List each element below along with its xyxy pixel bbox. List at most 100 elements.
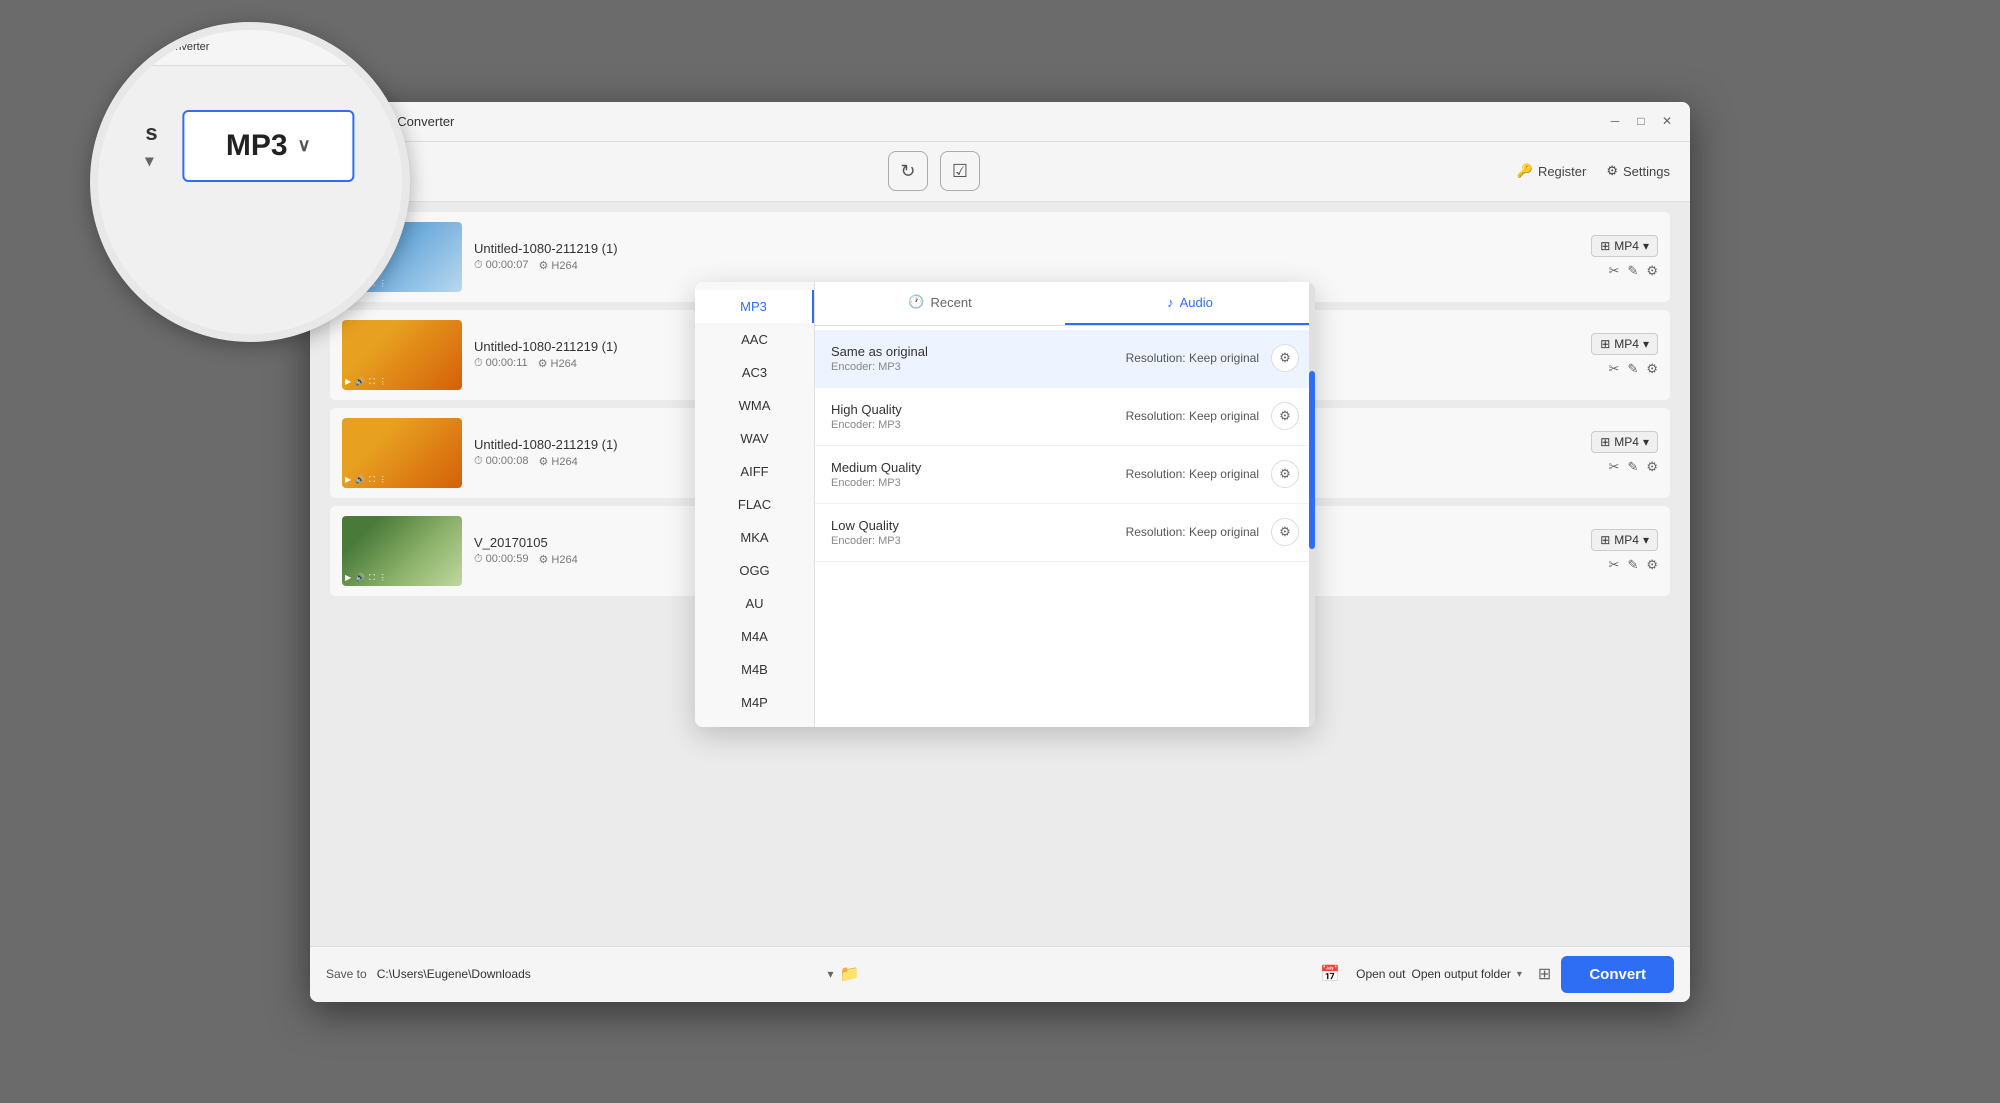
minimize-button[interactable]: ─	[1608, 114, 1622, 128]
grid-view-icon[interactable]: ⊞	[1538, 964, 1551, 984]
main-window: Aisits Video Converter ─ □ ✕ s ▾ ↻ ☑ 🔑 R…	[310, 102, 1690, 1002]
save-to-label: Save to	[326, 967, 367, 981]
magnifier-mp3-label: MP3	[226, 129, 288, 163]
format-list-item-aac[interactable]: AAC	[695, 323, 814, 356]
grid-icon: ⊞	[1600, 337, 1610, 351]
video-thumbnail: ▶ 🔊 ⛶ ⋮	[342, 418, 462, 488]
grid-icon: ⊞	[1600, 435, 1610, 449]
register-link[interactable]: 🔑 Register	[1517, 163, 1587, 179]
format-list-item-mp3[interactable]: MP3	[695, 290, 814, 323]
maximize-button[interactable]: □	[1634, 114, 1648, 128]
window-controls: ─ □ ✕	[1608, 114, 1674, 128]
quality-settings-button[interactable]: ⚙	[1271, 518, 1299, 546]
tab-audio[interactable]: ♪ Audio	[1065, 282, 1315, 325]
more-icon[interactable]: ⋮	[379, 573, 387, 582]
cut-icon[interactable]: ✂	[1609, 459, 1620, 475]
format-selector[interactable]: ⊞ MP4 ▾	[1591, 431, 1658, 453]
quality-item-same-as-original[interactable]: Same as original Encoder: MP3 Resolution…	[815, 330, 1315, 388]
calendar-icon[interactable]: 📅	[1320, 964, 1340, 984]
format-list-item-m4p[interactable]: M4P	[695, 686, 814, 719]
quality-item-info: Medium Quality Encoder: MP3	[831, 460, 1126, 489]
volume-icon[interactable]: 🔊	[355, 475, 365, 484]
convert-button[interactable]: Convert	[1561, 956, 1674, 993]
scrollbar[interactable]	[1309, 282, 1315, 727]
open-output-folder-label[interactable]: Open output folder	[1411, 967, 1510, 981]
grid-icon: ⊞	[1600, 239, 1610, 253]
register-icon: 🔑	[1517, 163, 1533, 179]
settings-icon[interactable]: ⚙	[1646, 361, 1658, 377]
add-files-dropdown[interactable]: ▾	[345, 164, 351, 178]
format-list-item-ac3[interactable]: AC3	[695, 356, 814, 389]
quality-item-info: Same as original Encoder: MP3	[831, 344, 1126, 373]
format-list-item-m4a[interactable]: M4A	[695, 620, 814, 653]
play-icon[interactable]: ▶	[345, 279, 351, 288]
close-button[interactable]: ✕	[1660, 114, 1674, 128]
edit-icon[interactable]: ✎	[1627, 557, 1638, 573]
format-list-item-mka[interactable]: MKA	[695, 521, 814, 554]
format-list-item-aiff[interactable]: AIFF	[695, 455, 814, 488]
fullscreen-icon[interactable]: ⛶	[369, 279, 375, 289]
check-button[interactable]: ☑	[940, 151, 980, 191]
cut-icon[interactable]: ✂	[1609, 557, 1620, 573]
refresh-button[interactable]: ↻	[888, 151, 928, 191]
video-thumbnail: ▶ 🔊 ⛶ ⋮	[342, 516, 462, 586]
video-actions: ⊞ MP4 ▾ ✂ ✎ ⚙	[1591, 235, 1658, 279]
volume-icon[interactable]: 🔊	[355, 377, 365, 386]
volume-icon[interactable]: 🔊	[355, 279, 365, 288]
format-list-item-m4b[interactable]: M4B	[695, 653, 814, 686]
quality-settings-button[interactable]: ⚙	[1271, 402, 1299, 430]
duration: ⏱ 00:00:59	[474, 553, 528, 566]
quality-item-info: Low Quality Encoder: MP3	[831, 518, 1126, 547]
video-actions: ⊞ MP4 ▾ ✂ ✎ ⚙	[1591, 529, 1658, 573]
format-list-item-au[interactable]: AU	[695, 587, 814, 620]
quality-tabs: 🕐 Recent ♪ Audio	[815, 282, 1315, 326]
action-icons: ✂ ✎ ⚙	[1609, 263, 1658, 279]
format-list-item-wma[interactable]: WMA	[695, 389, 814, 422]
play-icon[interactable]: ▶	[345, 475, 351, 484]
edit-icon[interactable]: ✎	[1627, 263, 1638, 279]
dropdown-arrow: ▾	[1643, 435, 1649, 449]
settings-icon[interactable]: ⚙	[1646, 459, 1658, 475]
format-selector[interactable]: ⊞ MP4 ▾	[1591, 529, 1658, 551]
format-list-item-flac[interactable]: FLAC	[695, 488, 814, 521]
play-icon[interactable]: ▶	[345, 377, 351, 386]
play-icon[interactable]: ▶	[345, 573, 351, 582]
grid-icon: ⊞	[1600, 533, 1610, 547]
fullscreen-icon[interactable]: ⛶	[369, 377, 375, 387]
fullscreen-icon[interactable]: ⛶	[369, 573, 375, 583]
quality-settings-button[interactable]: ⚙	[1271, 344, 1299, 372]
quality-item-medium[interactable]: Medium Quality Encoder: MP3 Resolution: …	[815, 446, 1315, 504]
format-selector[interactable]: ⊞ MP4 ▾	[1591, 235, 1658, 257]
quality-settings-button[interactable]: ⚙	[1271, 460, 1299, 488]
format-list: MP3 AAC AC3 WMA WAV AIFF FLAC MKA OGG AU…	[695, 282, 815, 727]
titlebar: Aisits Video Converter ─ □ ✕	[310, 102, 1690, 142]
save-to-path: C:\Users\Eugene\Downloads	[377, 967, 818, 981]
settings-link[interactable]: ⚙ Settings	[1606, 163, 1670, 179]
dropdown-arrow: ▾	[1643, 533, 1649, 547]
quality-item-high[interactable]: High Quality Encoder: MP3 Resolution: Ke…	[815, 388, 1315, 446]
edit-icon[interactable]: ✎	[1627, 361, 1638, 377]
codec: ⚙ H264	[538, 259, 577, 272]
magnifier-s-label: s ▾	[145, 120, 170, 172]
folder-icon[interactable]: 📁	[840, 964, 860, 984]
edit-icon[interactable]: ✎	[1627, 459, 1638, 475]
format-selector[interactable]: ⊞ MP4 ▾	[1591, 333, 1658, 355]
scrollbar-thumb[interactable]	[1309, 371, 1315, 549]
more-icon[interactable]: ⋮	[379, 279, 387, 288]
settings-icon[interactable]: ⚙	[1646, 557, 1658, 573]
dropdown-arrow-output[interactable]: ▾	[1517, 969, 1522, 980]
format-list-item-wav[interactable]: WAV	[695, 422, 814, 455]
fullscreen-icon[interactable]: ⛶	[369, 475, 375, 485]
volume-icon[interactable]: 🔊	[355, 573, 365, 582]
toolbar-center: ↻ ☑	[367, 151, 1501, 191]
cut-icon[interactable]: ✂	[1609, 263, 1620, 279]
tab-recent[interactable]: 🕐 Recent	[815, 282, 1065, 325]
format-list-item-ogg[interactable]: OGG	[695, 554, 814, 587]
codec: ⚙ H264	[538, 357, 577, 370]
more-icon[interactable]: ⋮	[379, 475, 387, 484]
dropdown-arrow-path[interactable]: ▾	[827, 967, 833, 981]
more-icon[interactable]: ⋮	[379, 377, 387, 386]
settings-icon[interactable]: ⚙	[1646, 263, 1658, 279]
quality-item-low[interactable]: Low Quality Encoder: MP3 Resolution: Kee…	[815, 504, 1315, 562]
cut-icon[interactable]: ✂	[1609, 361, 1620, 377]
